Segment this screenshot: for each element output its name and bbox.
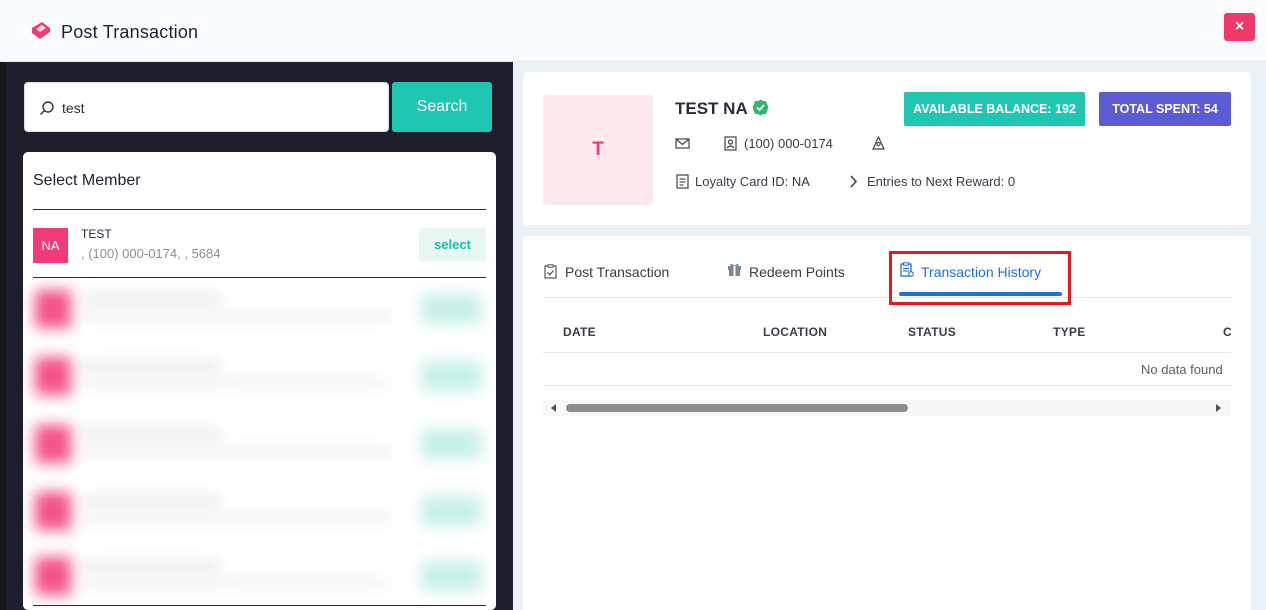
modal-title: Post Transaction	[61, 22, 199, 42]
profile-name: TEST NA	[675, 99, 748, 118]
table-bottom-divider	[543, 385, 1231, 386]
column-header-date[interactable]: DATE	[563, 325, 596, 339]
search-input[interactable]	[62, 95, 372, 121]
avatar: NA	[33, 228, 68, 263]
scroll-right-arrow-icon[interactable]	[1216, 404, 1221, 412]
member-phone: (100) 000-0174	[744, 136, 833, 151]
entries-to-next-reward: Entries to Next Reward: 0	[867, 174, 1016, 189]
column-header-type[interactable]: TYPE	[1053, 325, 1086, 339]
divider	[33, 605, 486, 606]
profile-avatar: T	[543, 95, 653, 205]
tab-post-transaction[interactable]: Post Transaction	[543, 262, 688, 284]
loyalty-card-id: Loyalty Card ID: NA	[695, 174, 810, 189]
empty-state-message: No data found	[1141, 362, 1223, 377]
divider	[33, 277, 486, 278]
location-pin-icon	[872, 136, 885, 150]
list-item[interactable]: NA TEST , (100) 000-0174, , 5684 select	[33, 223, 486, 273]
list-item-blurred[interactable]	[33, 280, 486, 338]
scroll-left-arrow-icon[interactable]	[551, 404, 556, 412]
list-item-blurred[interactable]	[33, 547, 486, 605]
scrollbar-thumb[interactable]	[566, 404, 908, 412]
loyalty-card-icon	[676, 174, 689, 189]
search-button[interactable]: Search	[392, 82, 492, 132]
gift-icon	[728, 263, 741, 276]
chevron-right-icon	[850, 175, 858, 188]
close-button[interactable]: ×	[1224, 13, 1255, 41]
transaction-card	[523, 236, 1251, 610]
highlight-annotation	[889, 251, 1071, 305]
divider	[33, 209, 486, 210]
member-list-title: Select Member	[33, 172, 141, 189]
select-member-button[interactable]: select	[419, 228, 486, 261]
member-name: TEST	[81, 227, 112, 241]
verified-badge-icon	[752, 99, 769, 116]
horizontal-scrollbar[interactable]	[543, 400, 1231, 416]
envelope-icon	[675, 138, 690, 149]
tabs-divider	[543, 297, 1231, 298]
ticket-icon	[32, 22, 50, 39]
clipboard-check-icon	[544, 264, 557, 279]
available-balance-badge: AVAILABLE BALANCE: 192	[904, 92, 1085, 126]
sidebar-edge	[0, 62, 6, 610]
column-header-location[interactable]: LOCATION	[763, 325, 827, 339]
tab-label: Post Transaction	[565, 264, 670, 280]
member-details: , (100) 000-0174, , 5684	[81, 246, 221, 261]
total-spent-badge: TOTAL SPENT: 54	[1099, 92, 1231, 126]
list-item-blurred[interactable]	[33, 482, 486, 540]
modal-header: Post Transaction	[0, 0, 1266, 62]
search-icon	[40, 101, 54, 115]
tab-label: Redeem Points	[749, 264, 845, 280]
tab-redeem-points[interactable]: Redeem Points	[727, 262, 862, 284]
list-item-blurred[interactable]	[33, 347, 486, 405]
search-field[interactable]	[24, 82, 389, 132]
column-header-status[interactable]: STATUS	[908, 325, 956, 339]
member-list-card: Select Member NA TEST , (100) 000-0174, …	[23, 152, 496, 610]
column-header-truncated[interactable]: C	[1223, 325, 1231, 339]
list-item-blurred[interactable]	[33, 415, 486, 473]
table-header-divider	[543, 352, 1231, 353]
contact-card-icon	[724, 136, 737, 151]
